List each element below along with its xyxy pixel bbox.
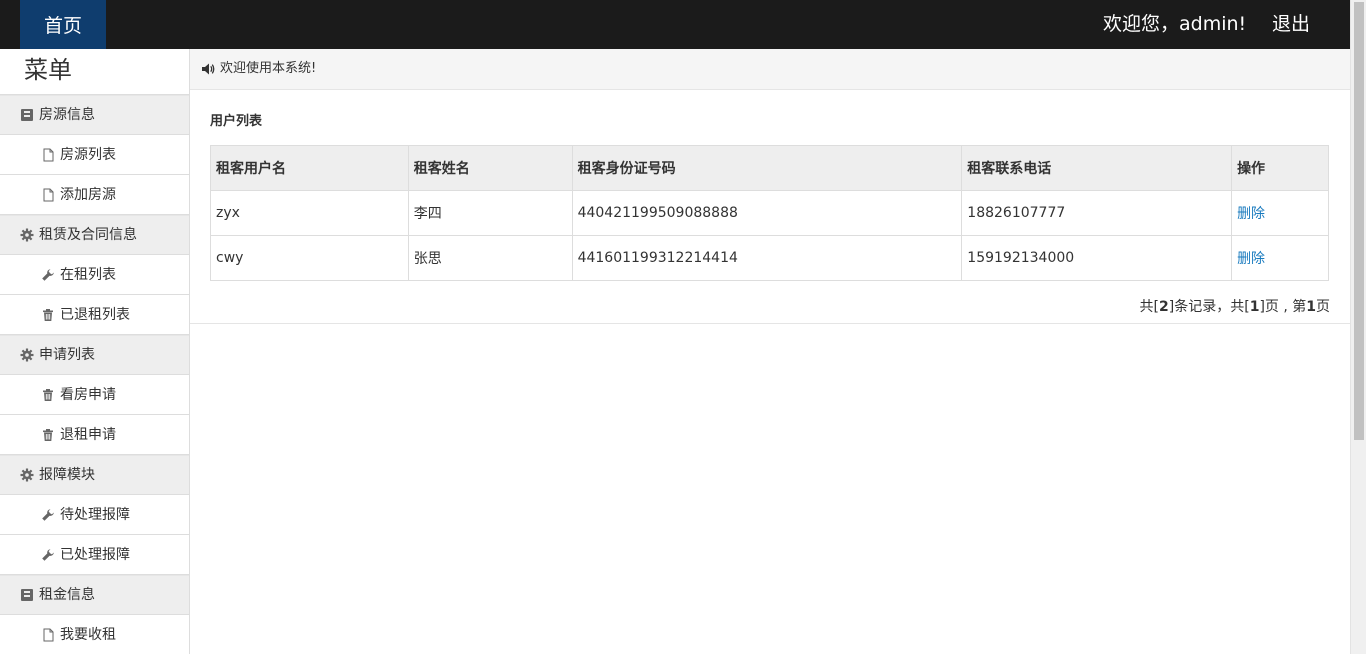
welcome-text: 欢迎您，admin! bbox=[1103, 13, 1247, 35]
user-table: 租客用户名 租客姓名 租客身份证号码 租客联系电话 操作 zyx 李四 4404… bbox=[210, 145, 1329, 281]
cell-action: 删除 bbox=[1231, 190, 1329, 236]
cell-username: cwy bbox=[210, 235, 409, 281]
wrench-icon bbox=[41, 548, 55, 562]
menu-group-label: 房源信息 bbox=[39, 107, 95, 123]
panel-title: 用户列表 bbox=[210, 114, 263, 129]
column-header-name: 租客姓名 bbox=[407, 145, 573, 191]
current-page: 1 bbox=[1306, 299, 1316, 315]
cell-id-number: 441601199312214414 bbox=[571, 235, 963, 281]
delete-link[interactable]: 删除 bbox=[1237, 206, 1265, 222]
sidebar-title: 菜单 bbox=[0, 49, 189, 95]
sidebar-item-collect-rent[interactable]: 我要收租 bbox=[0, 615, 189, 654]
menu-group-label: 申请列表 bbox=[39, 347, 95, 363]
menu-group-listings[interactable]: 房源信息 bbox=[0, 95, 189, 135]
book-icon bbox=[20, 108, 34, 122]
pager-text: 页 bbox=[1316, 299, 1330, 315]
total-records: 2 bbox=[1159, 299, 1169, 315]
column-header-phone: 租客联系电话 bbox=[961, 145, 1233, 191]
vertical-scrollbar[interactable] bbox=[1350, 0, 1366, 654]
scrollbar-thumb[interactable] bbox=[1354, 2, 1364, 440]
trash-icon bbox=[41, 388, 55, 402]
book-icon bbox=[20, 588, 34, 602]
menu-item-label: 退租申请 bbox=[60, 426, 116, 443]
cog-icon bbox=[20, 228, 34, 242]
nav-home-link[interactable]: 首页 bbox=[20, 0, 106, 49]
volume-icon bbox=[201, 62, 215, 76]
menu-item-label: 看房申请 bbox=[60, 386, 116, 403]
logout-link[interactable]: 退出 bbox=[1272, 0, 1310, 49]
sidebar-item-processed-repairs[interactable]: 已处理报障 bbox=[0, 535, 189, 575]
table-row: zyx 李四 440421199509088888 18826107777 删除 bbox=[210, 190, 1329, 236]
menu-item-label: 我要收租 bbox=[60, 626, 116, 643]
menu-item-label: 添加房源 bbox=[60, 186, 116, 203]
column-header-id-number: 租客身份证号码 bbox=[571, 145, 963, 191]
trash-icon bbox=[41, 428, 55, 442]
total-pages: 1 bbox=[1249, 299, 1260, 315]
top-navbar: 首页 欢迎您，admin! 退出 bbox=[0, 0, 1350, 49]
file-icon bbox=[41, 188, 55, 202]
user-list-panel: 用户列表 租客用户名 租客姓名 租客身份证号码 租客联系电话 操作 zyx 李四… bbox=[190, 90, 1350, 324]
menu-group-lease-contracts[interactable]: 租赁及合同信息 bbox=[0, 215, 189, 255]
cell-id-number: 440421199509088888 bbox=[571, 190, 963, 236]
column-header-action: 操作 bbox=[1231, 145, 1329, 191]
cell-phone: 159192134000 bbox=[961, 235, 1233, 281]
sidebar-item-pending-repairs[interactable]: 待处理报障 bbox=[0, 495, 189, 535]
cell-phone: 18826107777 bbox=[961, 190, 1233, 236]
menu-item-label: 待处理报障 bbox=[60, 506, 130, 523]
column-header-username: 租客用户名 bbox=[210, 145, 409, 191]
cog-icon bbox=[20, 468, 34, 482]
pager-text: ]页 , 第 bbox=[1259, 299, 1307, 315]
menu-item-label: 已退租列表 bbox=[60, 306, 130, 323]
sidebar-item-house-list[interactable]: 房源列表 bbox=[0, 135, 189, 175]
cell-username: zyx bbox=[210, 190, 409, 236]
sidebar: 菜单 房源信息 房源列表 添加房源 租赁及合同信息 在租列表 已退租列表 申请列… bbox=[0, 49, 190, 654]
file-icon bbox=[41, 628, 55, 642]
cog-icon bbox=[20, 348, 34, 362]
delete-link[interactable]: 删除 bbox=[1237, 251, 1265, 267]
notice-text: 欢迎使用本系统! bbox=[220, 61, 317, 76]
notice-bar: 欢迎使用本系统! bbox=[190, 49, 1350, 90]
sidebar-item-add-house[interactable]: 添加房源 bbox=[0, 175, 189, 215]
cell-name: 李四 bbox=[407, 190, 573, 236]
wrench-icon bbox=[41, 508, 55, 522]
menu-group-applications[interactable]: 申请列表 bbox=[0, 335, 189, 375]
pager-text: 共[ bbox=[1139, 299, 1159, 315]
table-header-row: 租客用户名 租客姓名 租客身份证号码 租客联系电话 操作 bbox=[210, 145, 1329, 191]
trash-icon bbox=[41, 308, 55, 322]
menu-item-label: 已处理报障 bbox=[60, 546, 130, 563]
menu-group-label: 租赁及合同信息 bbox=[39, 227, 137, 243]
main-content: 欢迎使用本系统! 用户列表 租客用户名 租客姓名 租客身份证号码 租客联系电话 … bbox=[190, 49, 1350, 654]
cell-name: 张思 bbox=[407, 235, 573, 281]
menu-item-label: 房源列表 bbox=[60, 146, 116, 163]
menu-group-repairs[interactable]: 报障模块 bbox=[0, 455, 189, 495]
sidebar-item-renting-list[interactable]: 在租列表 bbox=[0, 255, 189, 295]
pager-text: ]条记录，共[ bbox=[1168, 299, 1250, 315]
menu-group-label: 租金信息 bbox=[39, 587, 95, 603]
menu-group-label: 报障模块 bbox=[39, 467, 95, 483]
sidebar-item-viewing-requests[interactable]: 看房申请 bbox=[0, 375, 189, 415]
menu-group-rent[interactable]: 租金信息 bbox=[0, 575, 189, 615]
menu-item-label: 在租列表 bbox=[60, 266, 116, 283]
table-row: cwy 张思 441601199312214414 159192134000 删… bbox=[210, 235, 1329, 281]
cell-action: 删除 bbox=[1231, 235, 1329, 281]
wrench-icon bbox=[41, 268, 55, 282]
file-icon bbox=[41, 148, 55, 162]
pagination-summary: 共[2]条记录，共[1]页 , 第1页 bbox=[1140, 296, 1330, 316]
sidebar-item-ended-lease-list[interactable]: 已退租列表 bbox=[0, 295, 189, 335]
sidebar-item-termination-requests[interactable]: 退租申请 bbox=[0, 415, 189, 455]
